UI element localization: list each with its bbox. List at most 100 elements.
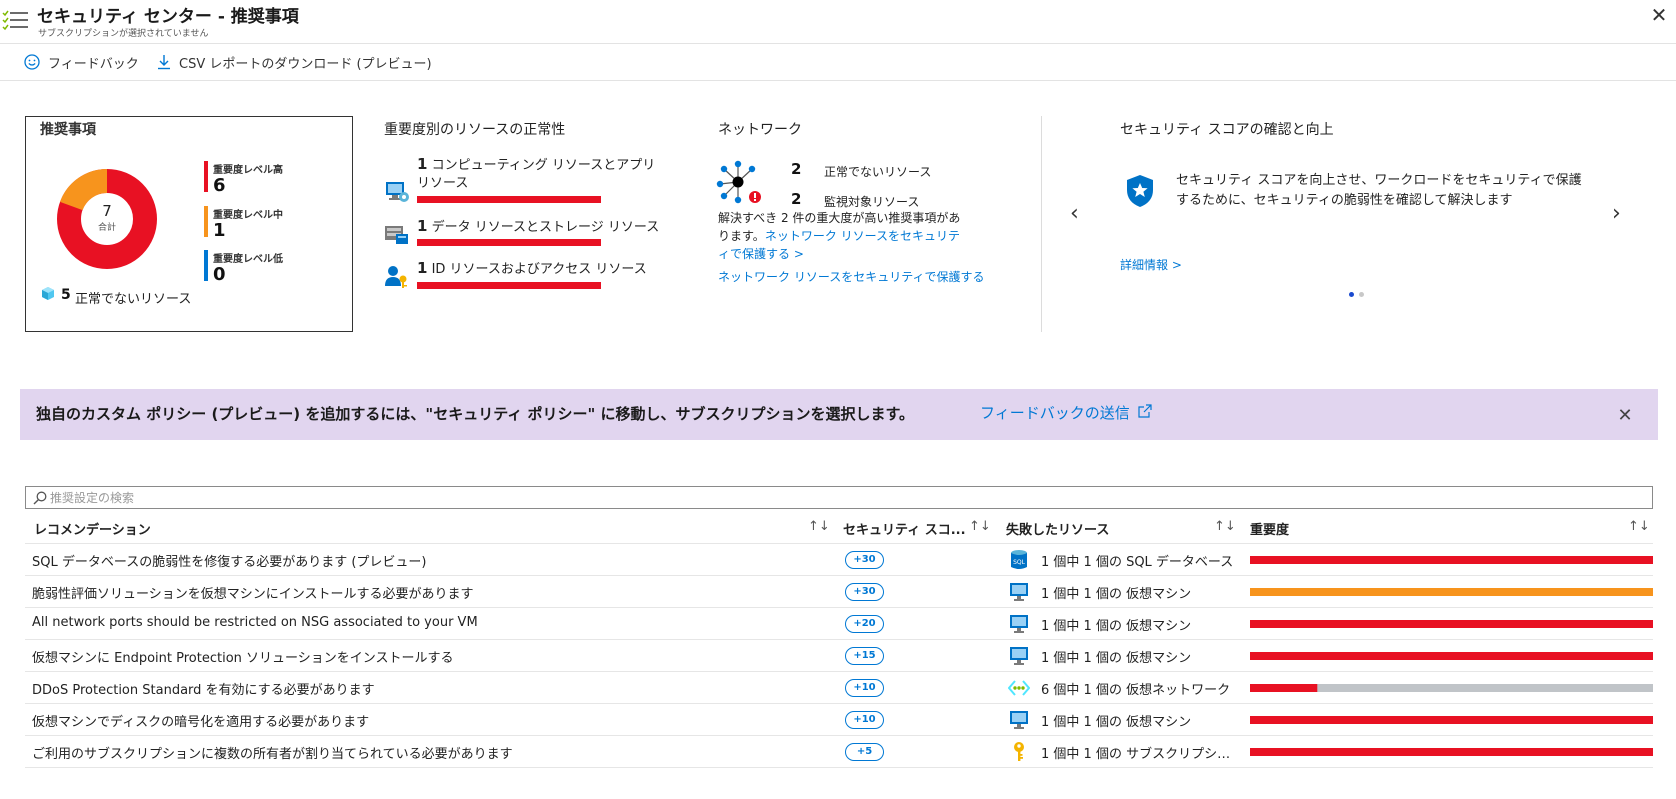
summary-divider [1041,116,1042,332]
network-description: 解決すべき 2 件の重大度が高い推奨事項があります。ネットワーク リソースをセキ… [718,209,963,263]
search-input[interactable] [50,489,1640,507]
recommendation-name: SQL データベースの脆弱性を修復する必要があります (プレビュー) [32,555,427,570]
data-storage-icon [385,226,408,244]
unhealthy-resource-label: 正常でないリソース [75,292,192,307]
sort-icon[interactable]: ↑↓ [1628,519,1650,534]
toolbar-divider [0,80,1676,81]
resource-health-row-compute[interactable]: 1 コンピューティング リソースとアプリ リソース [417,155,657,193]
compute-label: コンピューティング リソースとアプリ リソース [417,158,656,191]
carousel-dot-1[interactable] [1349,292,1354,297]
sql-database-icon: SQL [1008,549,1030,571]
identity-label: ID リソースおよびアクセス リソース [431,262,647,277]
data-count: 1 [417,217,428,235]
severity-bar [1250,652,1653,660]
low-severity-marker [204,250,208,281]
close-icon[interactable]: ✕ [1648,4,1670,26]
severity-bar-fill [1250,620,1653,628]
severity-bar-fill [1250,748,1653,756]
high-severity-label: 重要度レベル高 [213,165,283,176]
column-header-security-score[interactable]: セキュリティ スコ... [843,519,966,538]
recommendation-name: ご利用のサブスクリプションに複数の所有者が割り当てられている必要があります [32,747,513,762]
download-icon [158,55,170,70]
network-secure-link[interactable]: ネットワーク リソースをセキュリティで保護する [718,268,985,285]
recommendation-name: 仮想マシンでディスクの暗号化を適用する必要があります [32,715,370,730]
security-score-badge: +20 [845,615,884,633]
high-severity-marker [204,161,208,192]
severity-bar [1250,684,1653,692]
severity-bar [1250,620,1653,628]
cube-icon [42,287,54,300]
donut-total-label: 合計 [97,223,116,233]
network-title: ネットワーク [718,122,802,138]
severity-bar-fill [1250,652,1653,660]
smiley-icon [24,54,40,70]
search-box[interactable] [25,486,1653,509]
table-row[interactable]: 仮想マシンでディスクの暗号化を適用する必要があります +10 1 個中 1 個の… [25,704,1653,736]
carousel-dot-2[interactable] [1359,292,1364,297]
severity-bar [1250,588,1653,596]
virtual-machine-icon [1008,613,1030,635]
feedback-button[interactable]: フィードバック [24,50,139,74]
shield-star-icon [1127,175,1153,207]
resource-health-title: 重要度別のリソースの正常性 [384,122,566,138]
recommendations-title: 推奨事項 [40,122,96,138]
column-header-failed-resources[interactable]: 失敗したリソース [1006,519,1109,538]
resource-health-row-identity[interactable]: 1 ID リソースおよびアクセス リソース [417,259,677,279]
failed-resources-text: 1 個中 1 個の 仮想マシン [1041,587,1192,602]
security-score-badge: +10 [845,711,884,729]
identity-count: 1 [417,259,428,277]
severity-bar [1250,748,1653,756]
high-severity-count: 6 [213,175,226,196]
banner-feedback-link[interactable]: フィードバックの送信 [980,402,1153,423]
severity-bar [1250,556,1653,564]
recommendation-name: All network ports should be restricted o… [32,615,478,630]
sort-icon[interactable]: ↑↓ [808,519,830,534]
identity-icon [385,266,407,288]
network-monitored-count: 2 [791,190,802,208]
column-header-severity[interactable]: 重要度 [1250,519,1289,538]
carousel-prev-button[interactable]: ‹ [1070,201,1090,227]
severity-bar-fill [1250,588,1653,596]
severity-bar [1250,716,1653,724]
severity-bar-fill [1250,556,1653,564]
sort-icon[interactable]: ↑↓ [1214,519,1236,534]
security-score-badge: +15 [845,647,884,665]
compute-health-bar [417,196,601,203]
column-header-recommendation[interactable]: レコメンデーション [34,519,151,538]
low-severity-count: 0 [213,264,226,285]
table-row[interactable]: DDoS Protection Standard を有効にする必要があります +… [25,672,1653,704]
table-row[interactable]: All network ports should be restricted o… [25,608,1653,640]
data-health-bar [417,239,601,246]
table-row[interactable]: 脆弱性評価ソリューションを仮想マシンにインストールする必要があります +30 1… [25,576,1653,608]
identity-health-bar [417,282,601,289]
key-icon [1008,741,1030,763]
page-subtitle: サブスクリプションが選択されていません [38,29,209,39]
feedback-label: フィードバック [48,56,139,72]
virtual-machine-icon [1008,581,1030,603]
score-learn-more-link[interactable]: 詳細情報 > [1120,256,1182,273]
security-score-badge: +30 [845,551,884,569]
low-severity-label: 重要度レベル低 [213,254,283,265]
medium-severity-marker [204,206,208,237]
recommendation-name: 脆弱性評価ソリューションを仮想マシンにインストールする必要があります [32,587,474,602]
table-row[interactable]: SQL データベースの脆弱性を修復する必要があります (プレビュー) +30 S… [25,544,1653,576]
security-score-badge: +5 [845,743,884,761]
medium-severity-label: 重要度レベル中 [213,210,283,221]
carousel-next-button[interactable]: › [1612,201,1632,227]
network-unhealthy-count: 2 [791,160,802,178]
csv-download-button[interactable]: CSV レポートのダウンロード (プレビュー) [157,50,432,74]
table-row[interactable]: ご利用のサブスクリプションに複数の所有者が割り当てられている必要があります +5… [25,736,1653,768]
severity-bar-fill [1250,684,1318,692]
resource-health-row-data[interactable]: 1 データ リソースとストレージ リソース [417,217,677,237]
hamburger-menu-icon[interactable] [2,8,30,34]
security-score-badge: +30 [845,583,884,601]
failed-resources-text: 6 個中 1 個の 仮想ネットワーク [1041,683,1231,698]
score-carousel-title: セキュリティ スコアの確認と向上 [1120,122,1334,138]
virtual-network-icon [1007,677,1031,699]
banner-close-icon[interactable]: ✕ [1614,405,1636,427]
banner-message: 独自のカスタム ポリシー (プレビュー) を追加するには、"セキュリティ ポリシ… [36,405,915,423]
score-carousel-description: セキュリティ スコアを向上させ、ワークロードをセキュリティで保護するために、セキ… [1176,173,1582,208]
table-row[interactable]: 仮想マシンに Endpoint Protection ソリューションをインストー… [25,640,1653,672]
sort-icon[interactable]: ↑↓ [969,519,991,534]
failed-resources-text: 1 個中 1 個の SQL データベース [1041,555,1234,570]
